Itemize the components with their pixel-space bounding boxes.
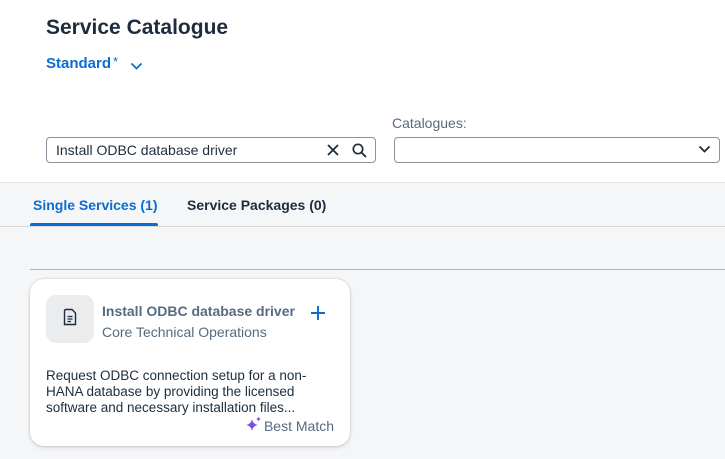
chevron-down-icon (130, 58, 143, 76)
divider (30, 269, 725, 270)
service-card[interactable]: Install ODBC database driver Core Techni… (30, 279, 350, 446)
search-input-value[interactable]: Install ODBC database driver (47, 142, 320, 158)
clear-icon[interactable] (320, 138, 346, 162)
card-subtitle: Core Technical Operations (102, 324, 267, 340)
search-icon[interactable] (346, 138, 372, 162)
tab-selected-indicator (30, 223, 158, 226)
tab-service-packages[interactable]: Service Packages (0) (187, 197, 326, 213)
variant-modified-marker: * (113, 54, 119, 69)
avatar (46, 295, 94, 343)
page-header: Service Catalogue Standard * Install ODB… (0, 0, 725, 182)
variant-selector[interactable]: Standard * (46, 55, 143, 76)
page-title: Service Catalogue (46, 16, 229, 39)
best-match-badge: Best Match (245, 416, 334, 436)
catalogues-select[interactable] (394, 137, 720, 163)
best-match-label: Best Match (263, 418, 334, 434)
catalogues-label: Catalogues: (392, 115, 467, 131)
document-icon (62, 308, 78, 331)
sparkle-icon (245, 416, 264, 436)
card-title[interactable]: Install ODBC database driver (102, 303, 295, 319)
tab-single-services[interactable]: Single Services (1) (33, 197, 158, 213)
search-input[interactable]: Install ODBC database driver (46, 137, 376, 163)
add-icon[interactable] (306, 301, 330, 325)
card-description: Request ODBC connection setup for a non-… (46, 368, 307, 415)
chevron-down-icon (698, 141, 711, 159)
tab-bar: Single Services (1) Service Packages (0) (0, 182, 725, 227)
variant-label: Standard (46, 55, 112, 72)
